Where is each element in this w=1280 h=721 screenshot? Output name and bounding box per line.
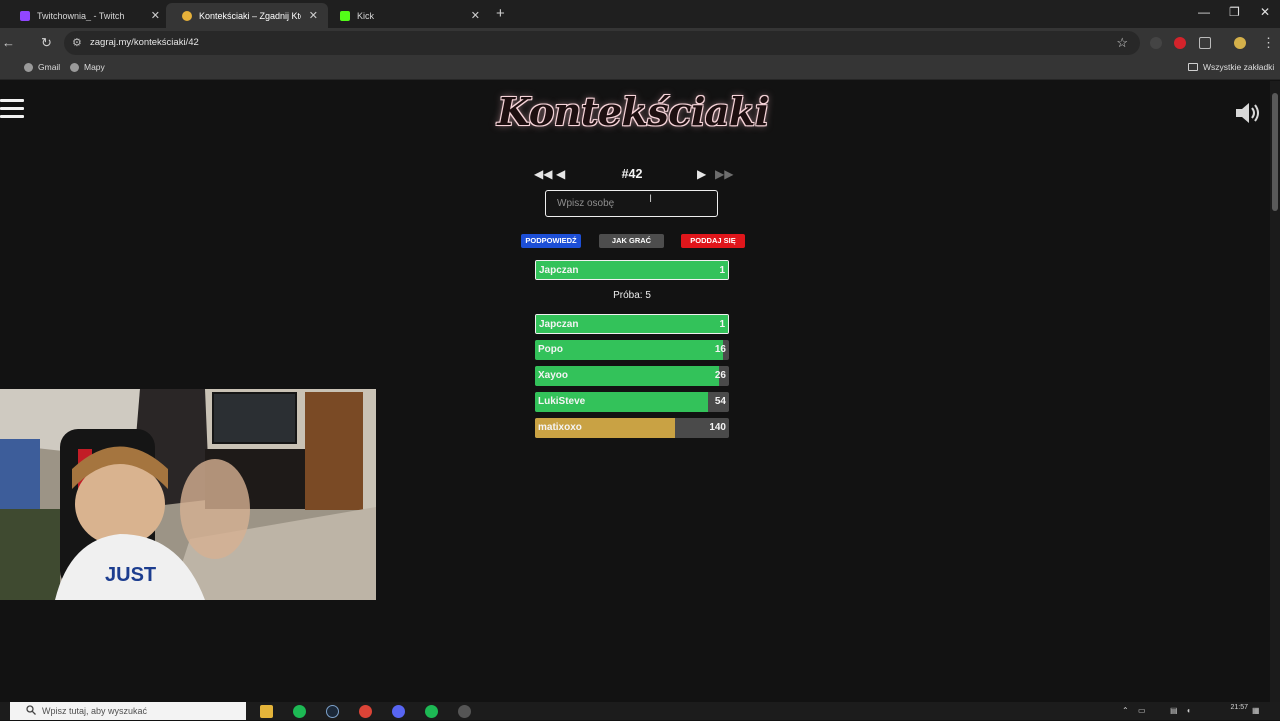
new-tab-icon[interactable]: +: [496, 5, 505, 22]
tab-twitch[interactable]: Twitchownia_ - Twitch ✕: [4, 3, 170, 28]
file-explorer-icon[interactable]: [260, 705, 273, 718]
hint-button[interactable]: Podpowiedź: [521, 234, 581, 248]
last-puzzle-icon[interactable]: ▶▶: [715, 167, 733, 181]
tab-kontekściaki[interactable]: Kontekściaki – Zgadnij Kto To? ✕: [166, 3, 328, 28]
guess-name: Japczan: [539, 265, 579, 276]
all-bookmarks[interactable]: Wszystkie zakładki: [1188, 62, 1274, 72]
extension-record-icon[interactable]: [1174, 37, 1186, 49]
hamburger-menu-icon[interactable]: [0, 99, 24, 123]
twitch-icon: [20, 10, 30, 21]
guess-name: LukiSteve: [538, 396, 586, 407]
app-icon[interactable]: [458, 705, 471, 718]
first-puzzle-icon[interactable]: ◀◀: [534, 167, 552, 181]
tab-strip: Twitchownia_ - Twitch ✕ Kontekściaki – Z…: [0, 0, 1280, 28]
network-icon[interactable]: ▤: [1170, 706, 1178, 715]
maximize-icon[interactable]: ❐: [1229, 5, 1240, 19]
svg-text:JUST: JUST: [105, 564, 156, 586]
kick-icon: [340, 10, 350, 21]
profile-avatar[interactable]: [1234, 37, 1246, 49]
guess-row: Japczan 1: [535, 314, 729, 334]
discord-icon[interactable]: [392, 705, 405, 718]
guess-name: matixoxo: [538, 422, 582, 433]
site-info-icon[interactable]: ⚙: [72, 36, 82, 49]
extension-icon[interactable]: [1150, 37, 1162, 49]
speaker-icon[interactable]: [1233, 101, 1263, 125]
webcam-overlay: JUST: [0, 389, 376, 600]
bookmark-mapy[interactable]: Mapy: [70, 62, 105, 72]
scrollbar-thumb[interactable]: [1272, 93, 1278, 211]
guess-rank: 1: [719, 265, 725, 276]
puzzle-number: #42: [621, 167, 643, 181]
tab-title: Kick: [357, 10, 375, 21]
all-bookmarks-label: Wszystkie zakładki: [1203, 62, 1275, 72]
volume-icon[interactable]: ◖: [1186, 706, 1191, 715]
browser-toolbar: ← ↻ ⚙ zagraj.my/kontekściaki/42 ☆ ⋮: [0, 28, 1280, 58]
url-text: zagraj.my/kontekściaki/42: [90, 37, 199, 48]
webcam-image: JUST: [0, 389, 376, 600]
tab-kick[interactable]: Kick ✕: [324, 3, 490, 28]
guess-rank: 1: [719, 319, 725, 330]
tray-chevron-icon[interactable]: ⌃: [1122, 706, 1129, 715]
guess-row: Xayoo 26: [535, 366, 729, 386]
close-icon[interactable]: ✕: [309, 9, 318, 22]
taskbar-clock[interactable]: 21:57: [1230, 704, 1248, 711]
close-icon[interactable]: ✕: [471, 9, 480, 22]
guess-name: Xayoo: [538, 370, 569, 381]
guess-row: matixoxo 140: [535, 418, 729, 438]
user-icon: [182, 10, 192, 21]
globe-icon: [70, 62, 79, 72]
page-scrollbar[interactable]: [1270, 81, 1280, 702]
guess-row: Popo 16: [535, 340, 729, 360]
guess-name: Japczan: [539, 319, 579, 330]
guess-rank: 140: [709, 422, 726, 433]
guess-rank: 54: [714, 396, 726, 407]
guess-bar: [535, 340, 724, 360]
chrome-icon[interactable]: [359, 705, 372, 718]
text-cursor-icon: I: [649, 193, 653, 205]
notifications-icon[interactable]: ▦: [1252, 706, 1260, 715]
bookmark-gmail[interactable]: Gmail: [24, 62, 60, 72]
menu-dots-icon[interactable]: ⋮: [1262, 35, 1275, 51]
tab-title: Twitchownia_ - Twitch: [37, 10, 125, 21]
bookmark-label: Mapy: [84, 62, 105, 72]
reload-icon[interactable]: ↻: [41, 35, 52, 51]
address-bar[interactable]: ⚙ zagraj.my/kontekściaki/42 ☆: [64, 31, 1140, 55]
page-content: Kontekściaki ◀◀ ◀ #42 ▶ ▶▶ I Podpowiedź …: [0, 81, 1280, 702]
attempt-counter: Próba: 5: [613, 290, 651, 301]
give-up-button[interactable]: Poddaj się: [681, 234, 745, 248]
next-puzzle-icon[interactable]: ▶: [697, 167, 706, 181]
bookmark-star-icon[interactable]: ☆: [1116, 35, 1128, 51]
windows-taskbar: Wpisz tutaj, aby wyszukać ⌃ ▭ ▤ ◖ 21:57 …: [0, 702, 1280, 720]
guess-rank: 26: [714, 370, 726, 381]
close-icon[interactable]: ✕: [151, 9, 160, 22]
taskbar-search-placeholder: Wpisz tutaj, aby wyszukać: [42, 706, 148, 716]
close-window-icon[interactable]: ✕: [1260, 5, 1270, 19]
globe-icon: [24, 62, 33, 72]
taskbar-search[interactable]: Wpisz tutaj, aby wyszukać: [10, 702, 246, 720]
last-guess-row: Japczan 1: [535, 260, 729, 280]
tab-title: Kontekściaki – Zgadnij Kto To?: [199, 10, 301, 21]
spotify-icon[interactable]: [425, 705, 438, 718]
spotify-icon[interactable]: [293, 705, 306, 718]
extensions-puzzle-icon[interactable]: [1199, 37, 1211, 49]
game-logo: Kontekściaki: [497, 89, 769, 134]
bookmark-label: Gmail: [38, 62, 61, 72]
steam-icon[interactable]: [326, 705, 339, 718]
back-icon[interactable]: ←: [2, 35, 15, 50]
puzzle-navigation: ◀◀ ◀ #42 ▶ ▶▶: [530, 167, 734, 183]
search-icon: [26, 705, 36, 715]
folder-icon: [1188, 63, 1198, 71]
previous-puzzle-icon[interactable]: ◀: [556, 167, 565, 181]
how-to-play-button[interactable]: Jak grać: [599, 234, 664, 248]
tray-display-icon[interactable]: ▭: [1138, 706, 1146, 715]
guess-input[interactable]: [545, 190, 718, 217]
guess-rank: 16: [714, 344, 726, 355]
guess-row: LukiSteve 54: [535, 392, 729, 412]
bookmarks-bar: Gmail Mapy Wszystkie zakładki: [0, 58, 1280, 80]
guess-name: Popo: [538, 344, 563, 355]
minimize-icon[interactable]: —: [1198, 5, 1210, 19]
